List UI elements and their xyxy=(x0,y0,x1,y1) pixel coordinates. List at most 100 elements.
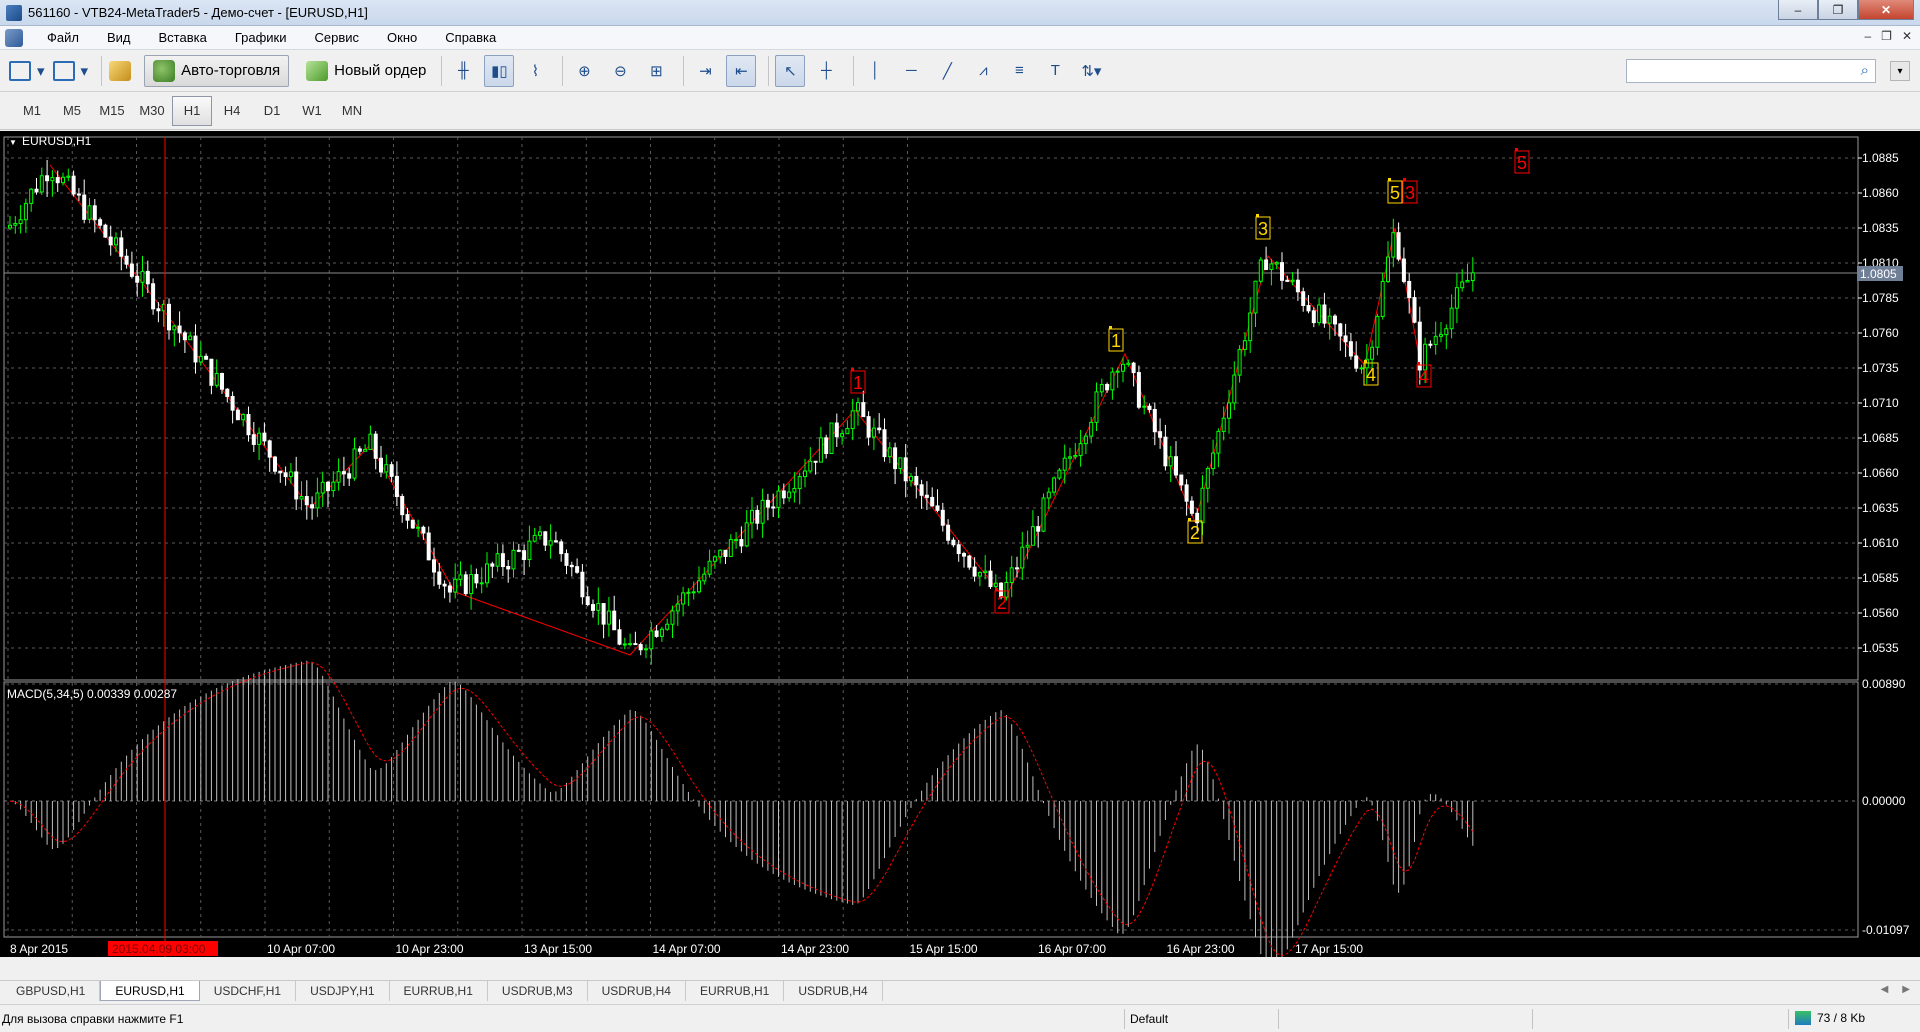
candle-body xyxy=(1386,256,1390,282)
autotrading-button[interactable]: Авто-торговля xyxy=(144,54,290,87)
elliott-wave-button[interactable]: ⩘ xyxy=(968,55,998,87)
tab-usdrub-h4-2[interactable]: USDRUB,H4 xyxy=(784,981,883,1001)
wave-label-yellow-1-marker xyxy=(1109,326,1112,329)
candle-body xyxy=(580,571,585,598)
tab-scroll-left-icon[interactable]: ◀ xyxy=(1881,984,1889,995)
candle-body xyxy=(114,237,118,246)
candle-body xyxy=(304,496,309,506)
chart-window[interactable]: 1234512345 1.0885 1.0860 1.0835 1.0810 1.078… xyxy=(0,131,1920,957)
candle-body xyxy=(167,303,171,331)
menu-window[interactable]: Окно xyxy=(373,30,431,45)
candle-body xyxy=(410,519,415,529)
vertical-line-button[interactable]: │ xyxy=(860,55,890,87)
tab-usdrub-h4[interactable]: USDRUB,H4 xyxy=(588,981,686,1001)
new-order-button[interactable]: Новый ордер xyxy=(297,55,435,87)
autoscroll-button[interactable]: ⇥ xyxy=(690,55,720,87)
search-input[interactable]: ⌕ xyxy=(1626,59,1876,83)
candlestick-chart-button[interactable]: ▮▯ xyxy=(484,54,515,87)
text-tool-icon: T xyxy=(1050,62,1060,79)
horizontal-line-button[interactable]: ─ xyxy=(896,55,926,87)
timeframe-w1[interactable]: W1 xyxy=(292,96,332,126)
tile-windows-button[interactable]: ⊞ xyxy=(641,55,671,87)
candle-body xyxy=(771,506,776,509)
wave-label-red-3-marker xyxy=(1403,178,1406,181)
menu-charts[interactable]: Графики xyxy=(221,30,301,45)
tab-scroll-right-icon[interactable]: ▶ xyxy=(1902,984,1910,995)
doc-minimize-button[interactable]: – xyxy=(1864,29,1871,43)
candle-body xyxy=(246,414,251,436)
menu-insert[interactable]: Вставка xyxy=(145,30,221,45)
timeframe-m1[interactable]: M1 xyxy=(12,96,52,126)
tab-usdjpy-h1[interactable]: USDJPY,H1 xyxy=(296,981,390,1001)
menu-file[interactable]: Файл xyxy=(33,30,93,45)
status-separator xyxy=(1124,1009,1125,1029)
candle-body xyxy=(145,270,150,285)
bar-chart-button[interactable]: ╫ xyxy=(448,55,478,87)
candle-body xyxy=(1036,526,1041,532)
timeframe-m15[interactable]: M15 xyxy=(92,96,132,126)
doc-close-button[interactable]: ✕ xyxy=(1902,29,1912,43)
chart-shift-button[interactable]: ⇤ xyxy=(726,54,757,87)
doc-restore-button[interactable]: ❐ xyxy=(1881,29,1892,43)
timeframe-mn[interactable]: MN xyxy=(332,96,372,126)
cursor-button[interactable]: ↖ xyxy=(775,54,806,87)
chart-menu-arrow-icon[interactable]: ▼ xyxy=(9,138,17,147)
market-button[interactable] xyxy=(108,55,138,87)
timeframe-m5[interactable]: M5 xyxy=(52,96,92,126)
menu-view[interactable]: Вид xyxy=(93,30,145,45)
time-axis-label: 8 Apr 2015 xyxy=(10,942,68,956)
fibonacci-button[interactable]: ≡ xyxy=(1004,55,1034,87)
candle-body xyxy=(628,643,633,646)
tab-eurrub-h1-2[interactable]: EURRUB,H1 xyxy=(686,981,785,1001)
candle-body xyxy=(1407,280,1412,299)
tab-usdrub-m3[interactable]: USDRUB,M3 xyxy=(488,981,588,1001)
candle-body xyxy=(1248,312,1253,342)
profiles-button[interactable]: ▾ xyxy=(52,55,90,87)
maximize-button[interactable]: ❐ xyxy=(1818,0,1858,20)
candle-body xyxy=(723,549,728,557)
document-menu-icon[interactable] xyxy=(5,28,23,47)
tab-usdchf-h1[interactable]: USDCHF,H1 xyxy=(200,981,297,1001)
trendline-button[interactable]: ╱ xyxy=(932,55,962,87)
candle-body xyxy=(718,549,723,558)
close-button[interactable]: ✕ xyxy=(1858,0,1914,20)
zoom-out-button[interactable]: ⊖ xyxy=(605,55,635,87)
tab-eurusd-h1[interactable]: EURUSD,H1 xyxy=(100,981,200,1001)
candle-body xyxy=(861,402,866,418)
wave-label-red-1-marker xyxy=(851,368,854,371)
macd-indicator-label: MACD(5,34,5) 0.00339 0.00287 xyxy=(7,687,177,701)
text-button[interactable]: T xyxy=(1040,55,1070,87)
candle-body xyxy=(575,566,580,573)
menu-tools[interactable]: Сервис xyxy=(301,30,374,45)
toolbar-separator xyxy=(562,55,564,86)
wave-label-red-4-marker xyxy=(1417,362,1420,365)
chart-canvas[interactable]: 1234512345 1.08851.08601.08351.08101.078… xyxy=(0,131,1920,957)
menu-help[interactable]: Справка xyxy=(431,30,510,45)
tab-eurrub-h1[interactable]: EURRUB,H1 xyxy=(390,981,488,1001)
time-axis-label: 14 Apr 23:00 xyxy=(781,942,849,956)
timeframe-d1[interactable]: D1 xyxy=(252,96,292,126)
candle-body xyxy=(1073,454,1078,458)
candle-body xyxy=(1280,262,1284,281)
timeframe-h1[interactable]: H1 xyxy=(172,95,212,126)
search-options-button[interactable]: ▾ xyxy=(1890,61,1910,81)
candle-body xyxy=(871,427,876,438)
timeframe-m30[interactable]: M30 xyxy=(132,96,172,126)
crosshair-button[interactable]: ┼ xyxy=(811,55,841,87)
candle-body xyxy=(691,591,696,594)
search-icon[interactable]: ⌕ xyxy=(1861,62,1869,79)
new-chart-button[interactable]: ▾ xyxy=(8,55,46,87)
tab-gbpusd-h1[interactable]: GBPUSD,H1 xyxy=(2,981,101,1001)
candle-body xyxy=(363,448,368,452)
minimize-button[interactable]: – xyxy=(1778,0,1818,20)
timeframe-h4[interactable]: H4 xyxy=(212,96,252,126)
macd-axis-label: 0.00000 xyxy=(1862,794,1906,808)
candle-body xyxy=(1216,430,1221,454)
candle-body xyxy=(389,464,394,477)
arrows-button[interactable]: ⇅▾ xyxy=(1076,55,1106,87)
candle-body xyxy=(1375,315,1380,348)
candle-body xyxy=(416,526,421,529)
zoom-in-button[interactable]: ⊕ xyxy=(569,55,599,87)
candle-body xyxy=(1264,259,1269,270)
line-chart-button[interactable]: ⌇ xyxy=(520,55,550,87)
